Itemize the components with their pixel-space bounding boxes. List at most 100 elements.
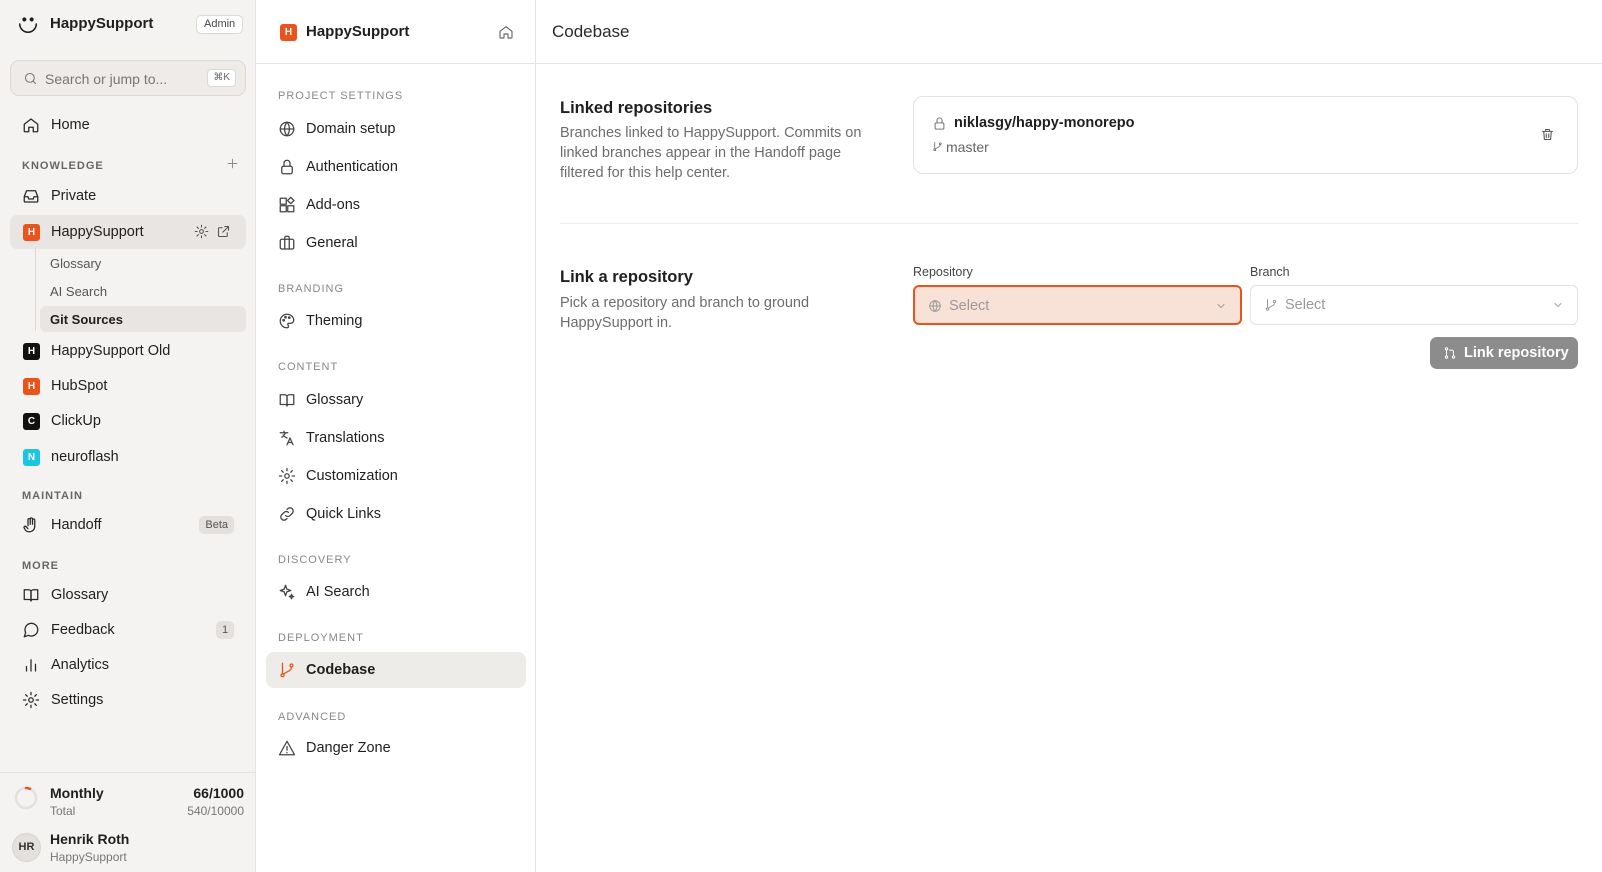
sidebar-item-clickup[interactable]: C ClickUp bbox=[10, 404, 246, 438]
sidebar-item-label: Handoff bbox=[51, 517, 102, 533]
avatar[interactable]: HR bbox=[12, 833, 41, 862]
search-placeholder: Search or jump to... bbox=[45, 71, 168, 87]
settings-item-add-ons[interactable]: Add-ons bbox=[266, 187, 526, 223]
section-content: CONTENT bbox=[278, 361, 339, 373]
sidebar-item-label: ClickUp bbox=[51, 413, 101, 429]
project-logo-icon: C bbox=[23, 413, 40, 430]
usage-ring-icon bbox=[14, 786, 38, 810]
sidebar-item-feedback[interactable]: Feedback 1 bbox=[10, 613, 246, 647]
settings-item-codebase[interactable]: Codebase bbox=[266, 652, 526, 688]
section-divider bbox=[560, 223, 1578, 224]
sidebar-item-label: Private bbox=[51, 188, 97, 204]
settings-item-label: Theming bbox=[306, 313, 363, 329]
settings-item-authentication[interactable]: Authentication bbox=[266, 149, 526, 185]
settings-item-theming[interactable]: Theming bbox=[266, 303, 526, 339]
sidebar-item-label: Home bbox=[51, 117, 90, 133]
user-name[interactable]: Henrik Roth bbox=[50, 831, 129, 847]
branch-select[interactable]: Select bbox=[1250, 285, 1578, 325]
repo-name: niklasgy/happy-monorepo bbox=[954, 115, 1135, 131]
translate-icon bbox=[279, 430, 294, 446]
sidebar-item-label: HappySupport Old bbox=[51, 343, 171, 359]
section-discovery: DISCOVERY bbox=[278, 554, 352, 566]
repository-select[interactable]: Select bbox=[913, 285, 1242, 325]
usage-panel: Monthly Total 66/1000 540/10000 HR Henri… bbox=[0, 772, 256, 872]
settings-item-glossary[interactable]: Glossary bbox=[266, 382, 526, 418]
settings-item-label: General bbox=[306, 235, 358, 251]
sidebar-item-glossary[interactable]: Glossary bbox=[10, 578, 246, 612]
settings-item-label: AI Search bbox=[306, 584, 370, 600]
settings-item-label: Glossary bbox=[306, 392, 364, 408]
settings-item-quick-links[interactable]: Quick Links bbox=[266, 496, 526, 532]
subitem-label: AI Search bbox=[50, 284, 108, 299]
sidebar-item-handoff[interactable]: Handoff Beta bbox=[10, 508, 246, 542]
project-logo-icon: H bbox=[280, 24, 297, 41]
book-icon bbox=[279, 394, 295, 407]
inbox-icon bbox=[23, 190, 39, 203]
project-logo-icon: H bbox=[23, 378, 40, 395]
message-circle-icon bbox=[23, 622, 39, 638]
usage-total: 540/10000 bbox=[187, 804, 244, 818]
project-logo-icon: N bbox=[23, 449, 40, 466]
home-icon[interactable] bbox=[498, 24, 514, 40]
sidebar-item-analytics[interactable]: Analytics bbox=[10, 648, 246, 682]
gear-icon bbox=[278, 467, 296, 485]
page-title: Codebase bbox=[552, 22, 630, 41]
git-branch-icon bbox=[1265, 299, 1277, 311]
settings-header: H HappySupport bbox=[256, 0, 536, 64]
feedback-count-badge: 1 bbox=[216, 621, 234, 639]
sidebar-item-label: Analytics bbox=[51, 657, 110, 673]
subitem-label: Glossary bbox=[50, 256, 102, 271]
settings-item-customization[interactable]: Customization bbox=[266, 458, 526, 494]
home-icon bbox=[23, 118, 39, 133]
chevron-down-icon bbox=[1217, 304, 1225, 308]
external-link-icon[interactable] bbox=[216, 224, 231, 239]
sidebar-item-happysupport[interactable]: H HappySupport bbox=[10, 215, 246, 249]
settings-item-domain-setup[interactable]: Domain setup bbox=[266, 111, 526, 147]
settings-nav: H HappySupport PROJECT SETTINGS Domain s… bbox=[256, 0, 536, 872]
search-icon bbox=[24, 72, 37, 85]
bar-chart-icon bbox=[25, 659, 37, 672]
gear-icon[interactable] bbox=[194, 224, 209, 239]
brand-row: HappySupport Admin bbox=[0, 0, 256, 48]
section-project-settings: PROJECT SETTINGS bbox=[278, 90, 404, 102]
section-advanced: ADVANCED bbox=[278, 711, 347, 723]
trash-icon[interactable] bbox=[1540, 127, 1555, 142]
beta-badge: Beta bbox=[199, 516, 234, 534]
blocks-icon bbox=[279, 196, 295, 213]
settings-item-label: Quick Links bbox=[306, 506, 381, 522]
link-repository-button[interactable]: Link repository bbox=[1430, 337, 1578, 369]
gear-icon bbox=[22, 691, 40, 709]
add-knowledge-icon[interactable] bbox=[226, 157, 239, 170]
settings-item-danger-zone[interactable]: Danger Zone bbox=[266, 730, 526, 766]
sidebar-item-label: Settings bbox=[51, 692, 104, 708]
sidebar-item-neuroflash[interactable]: N neuroflash bbox=[10, 440, 246, 474]
project-logo-icon: H bbox=[23, 343, 40, 360]
sidebar-subitem-glossary[interactable]: Glossary bbox=[40, 250, 246, 276]
git-branch-icon bbox=[933, 141, 942, 152]
role-badge: Admin bbox=[196, 15, 244, 34]
sidebar-item-happysupport-old[interactable]: H HappySupport Old bbox=[10, 334, 246, 368]
more-heading: MORE bbox=[22, 560, 59, 572]
settings-item-ai-search[interactable]: AI Search bbox=[266, 574, 526, 610]
sidebar-item-home[interactable]: Home bbox=[10, 108, 246, 142]
settings-item-label: Add-ons bbox=[306, 197, 361, 213]
search-input[interactable]: Search or jump to... ⌘K bbox=[10, 60, 246, 96]
settings-item-general[interactable]: General bbox=[266, 225, 526, 261]
sidebar-item-private[interactable]: Private bbox=[10, 179, 246, 213]
sidebar-subitem-ai-search[interactable]: AI Search bbox=[40, 278, 246, 304]
section-deployment: DEPLOYMENT bbox=[278, 632, 364, 644]
repository-select-value: Select bbox=[949, 298, 990, 314]
sidebar-item-settings[interactable]: Settings bbox=[10, 683, 246, 717]
usage-subtitle: Total bbox=[50, 804, 76, 818]
page-header: Codebase bbox=[536, 0, 1602, 64]
smile-logo-icon bbox=[18, 17, 38, 33]
section-branding: BRANDING bbox=[278, 283, 345, 295]
settings-item-label: Domain setup bbox=[306, 121, 396, 137]
sidebar-subitem-git-sources[interactable]: Git Sources bbox=[40, 306, 246, 332]
repo-branch: master bbox=[946, 139, 989, 155]
sidebar-item-hubspot[interactable]: H HubSpot bbox=[10, 369, 246, 403]
settings-item-translations[interactable]: Translations bbox=[266, 420, 526, 456]
sidebar-item-label: neuroflash bbox=[51, 449, 119, 465]
branch-select-value: Select bbox=[1285, 297, 1326, 313]
globe-icon bbox=[279, 121, 295, 137]
